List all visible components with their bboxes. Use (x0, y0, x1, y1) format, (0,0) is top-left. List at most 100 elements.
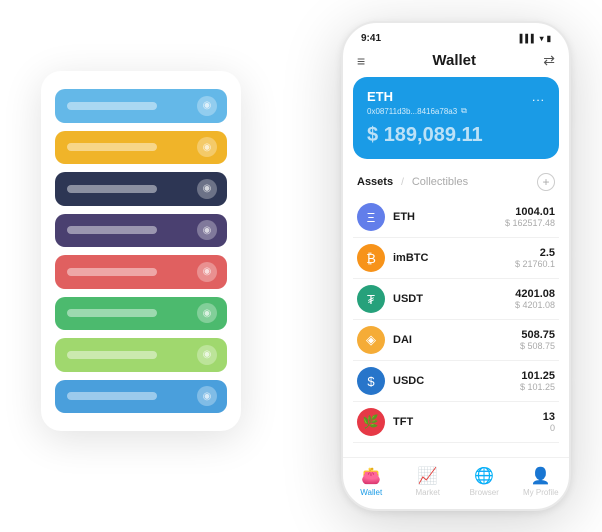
bar-text-7 (67, 392, 157, 400)
eth-more-icon[interactable]: ... (532, 90, 545, 104)
phone-frame: 9:41 ▌▌▌ ▾ ▮ ≡ Wallet ⇄ ETH ... 0x08711d… (341, 21, 571, 511)
header-title: Wallet (432, 52, 476, 69)
status-bar: 9:41 ▌▌▌ ▾ ▮ (343, 23, 569, 48)
asset-values-usdt: 4201.08 $ 4201.08 (515, 288, 555, 310)
asset-usd-usdc: $ 101.25 (520, 382, 555, 392)
color-bar-0: ◉ (55, 89, 227, 123)
bar-icon-3: ◉ (197, 220, 217, 240)
add-asset-button[interactable]: + (537, 173, 555, 191)
bar-text-6 (67, 351, 157, 359)
assets-header: Assets / Collectibles + (343, 169, 569, 197)
asset-icon-dai: ◈ (357, 326, 385, 354)
asset-values-eth: 1004.01 $ 162517.48 (505, 206, 555, 228)
bar-icon-7: ◉ (197, 386, 217, 406)
nav-label-market: Market (416, 488, 440, 497)
battery-icon: ▮ (547, 34, 551, 43)
tab-divider: / (401, 177, 404, 188)
nav-item-market[interactable]: 📈 Market (400, 466, 457, 497)
asset-amount-dai: 508.75 (520, 329, 555, 341)
nav-item-browser[interactable]: 🌐 Browser (456, 466, 513, 497)
asset-icon-imbtc: ₿ (357, 244, 385, 272)
status-time: 9:41 (361, 33, 381, 44)
bar-text-0 (67, 102, 157, 110)
bottom-nav: 👛 Wallet 📈 Market 🌐 Browser 👤 My Profile (343, 457, 569, 509)
asset-name-tft: TFT (393, 416, 543, 428)
asset-amount-usdc: 101.25 (520, 370, 555, 382)
asset-usd-eth: $ 162517.48 (505, 218, 555, 228)
eth-address: 0x08711d3b...8416a78a3 ⧉ (367, 106, 545, 116)
wifi-icon: ▾ (540, 34, 544, 43)
asset-values-usdc: 101.25 $ 101.25 (520, 370, 555, 392)
nav-icon-browser: 🌐 (474, 466, 494, 486)
eth-label: ETH (367, 89, 393, 104)
bar-text-3 (67, 226, 157, 234)
asset-item-eth[interactable]: Ξ ETH 1004.01 $ 162517.48 (353, 197, 559, 238)
asset-name-usdt: USDT (393, 293, 515, 305)
color-bar-2: ◉ (55, 172, 227, 206)
scan-icon[interactable]: ⇄ (543, 52, 555, 69)
bar-text-2 (67, 185, 157, 193)
nav-label-wallet: Wallet (360, 488, 382, 497)
asset-amount-imbtc: 2.5 (515, 247, 555, 259)
asset-icon-usdt: ₮ (357, 285, 385, 313)
asset-usd-dai: $ 508.75 (520, 341, 555, 351)
bar-text-4 (67, 268, 157, 276)
bar-icon-2: ◉ (197, 179, 217, 199)
asset-icon-usdc: $ (357, 367, 385, 395)
signal-icon: ▌▌▌ (520, 34, 537, 43)
asset-item-usdt[interactable]: ₮ USDT 4201.08 $ 4201.08 (353, 279, 559, 320)
asset-values-tft: 13 0 (543, 411, 555, 433)
asset-icon-eth: Ξ (357, 203, 385, 231)
phone-header: ≡ Wallet ⇄ (343, 48, 569, 77)
asset-icon-tft: 🌿 (357, 408, 385, 436)
asset-name-dai: DAI (393, 334, 520, 346)
asset-values-imbtc: 2.5 $ 21760.1 (515, 247, 555, 269)
color-bar-4: ◉ (55, 255, 227, 289)
eth-balance-prefix: $ 189,089.11 (367, 124, 545, 147)
bar-text-1 (67, 143, 157, 151)
asset-amount-usdt: 4201.08 (515, 288, 555, 300)
tab-collectibles[interactable]: Collectibles (412, 176, 468, 188)
color-bar-7: ◉ (55, 380, 227, 414)
asset-values-dai: 508.75 $ 508.75 (520, 329, 555, 351)
asset-usd-imbtc: $ 21760.1 (515, 259, 555, 269)
scene: ◉ ◉ ◉ ◉ ◉ ◉ ◉ ◉ 9:41 ▌▌▌ ▾ ▮ (11, 11, 591, 521)
bar-icon-1: ◉ (197, 137, 217, 157)
asset-name-imbtc: imBTC (393, 252, 515, 264)
nav-label-browser: Browser (470, 488, 499, 497)
bar-text-5 (67, 309, 157, 317)
background-card: ◉ ◉ ◉ ◉ ◉ ◉ ◉ ◉ (41, 71, 241, 431)
asset-name-usdc: USDC (393, 375, 520, 387)
asset-amount-eth: 1004.01 (505, 206, 555, 218)
nav-label-my-profile: My Profile (523, 488, 559, 497)
bar-icon-5: ◉ (197, 303, 217, 323)
asset-usd-usdt: $ 4201.08 (515, 300, 555, 310)
color-bar-5: ◉ (55, 297, 227, 331)
asset-item-tft[interactable]: 🌿 TFT 13 0 (353, 402, 559, 443)
asset-list: Ξ ETH 1004.01 $ 162517.48 ₿ imBTC 2.5 $ … (343, 197, 569, 457)
nav-item-my-profile[interactable]: 👤 My Profile (513, 466, 570, 497)
status-icons: ▌▌▌ ▾ ▮ (520, 34, 551, 43)
eth-card: ETH ... 0x08711d3b...8416a78a3 ⧉ $ 189,0… (353, 77, 559, 159)
nav-icon-my-profile: 👤 (531, 466, 551, 486)
color-bar-1: ◉ (55, 131, 227, 165)
nav-icon-wallet: 👛 (361, 466, 381, 486)
bar-icon-0: ◉ (197, 96, 217, 116)
color-bar-3: ◉ (55, 214, 227, 248)
asset-name-eth: ETH (393, 211, 505, 223)
nav-item-wallet[interactable]: 👛 Wallet (343, 466, 400, 497)
eth-balance: $ 189,089.11 (367, 124, 483, 146)
menu-icon[interactable]: ≡ (357, 53, 365, 69)
asset-item-usdc[interactable]: $ USDC 101.25 $ 101.25 (353, 361, 559, 402)
tab-assets[interactable]: Assets (357, 176, 393, 188)
bar-icon-4: ◉ (197, 262, 217, 282)
assets-tabs: Assets / Collectibles (357, 176, 468, 188)
copy-icon[interactable]: ⧉ (461, 106, 467, 116)
asset-amount-tft: 13 (543, 411, 555, 423)
asset-item-imbtc[interactable]: ₿ imBTC 2.5 $ 21760.1 (353, 238, 559, 279)
asset-item-dai[interactable]: ◈ DAI 508.75 $ 508.75 (353, 320, 559, 361)
bar-icon-6: ◉ (197, 345, 217, 365)
asset-usd-tft: 0 (543, 423, 555, 433)
eth-card-header: ETH ... (367, 89, 545, 104)
nav-icon-market: 📈 (418, 466, 438, 486)
